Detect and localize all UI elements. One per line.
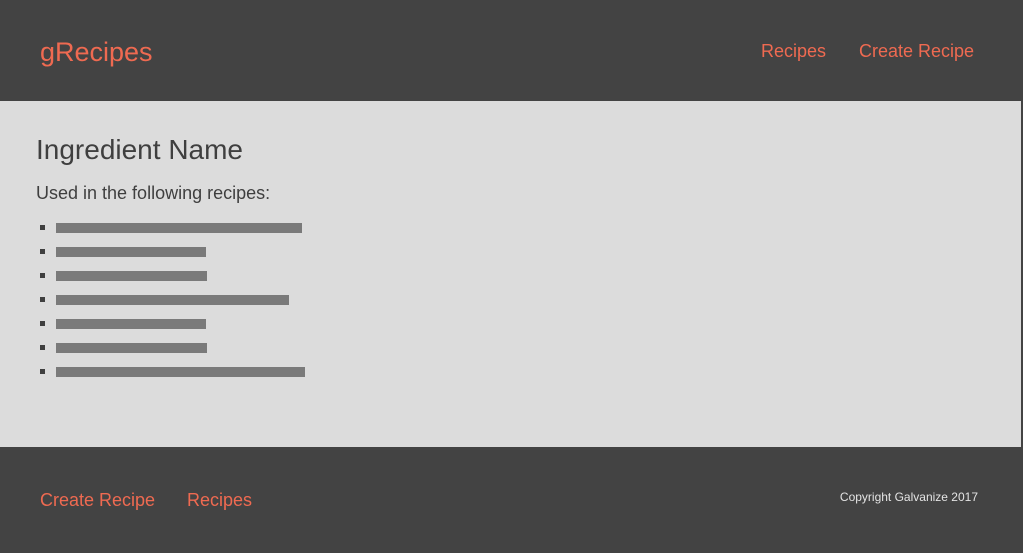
page-title: Ingredient Name bbox=[36, 134, 244, 165]
recipe-link[interactable] bbox=[56, 295, 289, 305]
recipe-link[interactable] bbox=[56, 343, 207, 353]
bullet-icon bbox=[40, 297, 45, 302]
footer-link-create-recipe[interactable]: Create Recipe bbox=[40, 489, 155, 511]
bullet-icon bbox=[40, 321, 45, 326]
recipe-link[interactable] bbox=[56, 223, 302, 233]
recipe-link[interactable] bbox=[56, 367, 305, 377]
recipes-subtitle: Used in the following recipes: bbox=[36, 183, 271, 203]
nav-link-recipes[interactable]: Recipes bbox=[761, 40, 826, 62]
recipe-link[interactable] bbox=[56, 319, 206, 329]
site-header: gRecipes Recipes Create Recipe bbox=[0, 0, 1023, 101]
recipe-link[interactable] bbox=[56, 247, 206, 257]
bullet-icon bbox=[40, 273, 45, 278]
brand-logo-link[interactable]: gRecipes bbox=[40, 34, 153, 70]
bullet-icon bbox=[40, 369, 45, 374]
recipe-link[interactable] bbox=[56, 271, 207, 281]
copyright-text: Copyright Galvanize 2017 bbox=[839, 490, 978, 504]
bullet-icon bbox=[40, 345, 45, 350]
footer-link-recipes[interactable]: Recipes bbox=[187, 489, 252, 511]
bullet-icon bbox=[40, 249, 45, 254]
bullet-icon bbox=[40, 225, 45, 230]
nav-link-create-recipe[interactable]: Create Recipe bbox=[859, 40, 974, 62]
